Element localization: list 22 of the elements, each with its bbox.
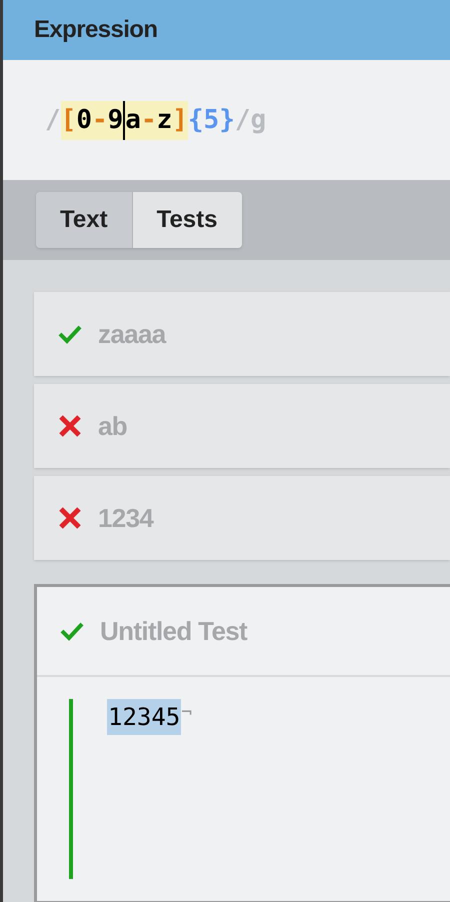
regex-token: {5} [188,104,235,136]
test-name: 1234 [98,502,154,534]
test-name: zaaaa [98,318,166,350]
panel-title: Expression [34,15,158,45]
regex-token: / [45,104,61,136]
regex-token: a [125,104,141,136]
regex-token: ] [172,104,188,136]
regex-token: / [234,104,251,136]
regex-token: - [140,104,157,136]
regex-token: z [156,104,172,136]
regex-token: [ [60,104,76,136]
mode-tab[interactable]: Tests [132,192,242,248]
expression-editor[interactable]: /[0-9a-z]{5}/g [3,60,450,180]
mode-tab[interactable]: Text [36,192,133,248]
test-name: ab [98,410,128,442]
regex-token: 0 [76,104,92,136]
regex-token: g [250,104,266,136]
test-name: Untitled Test [100,614,248,648]
line-end-mark: ¬ [181,701,192,725]
regex-token: - [92,104,108,136]
test-input-text[interactable]: 12345 [107,699,182,735]
regex-token: 9 [108,100,126,140]
